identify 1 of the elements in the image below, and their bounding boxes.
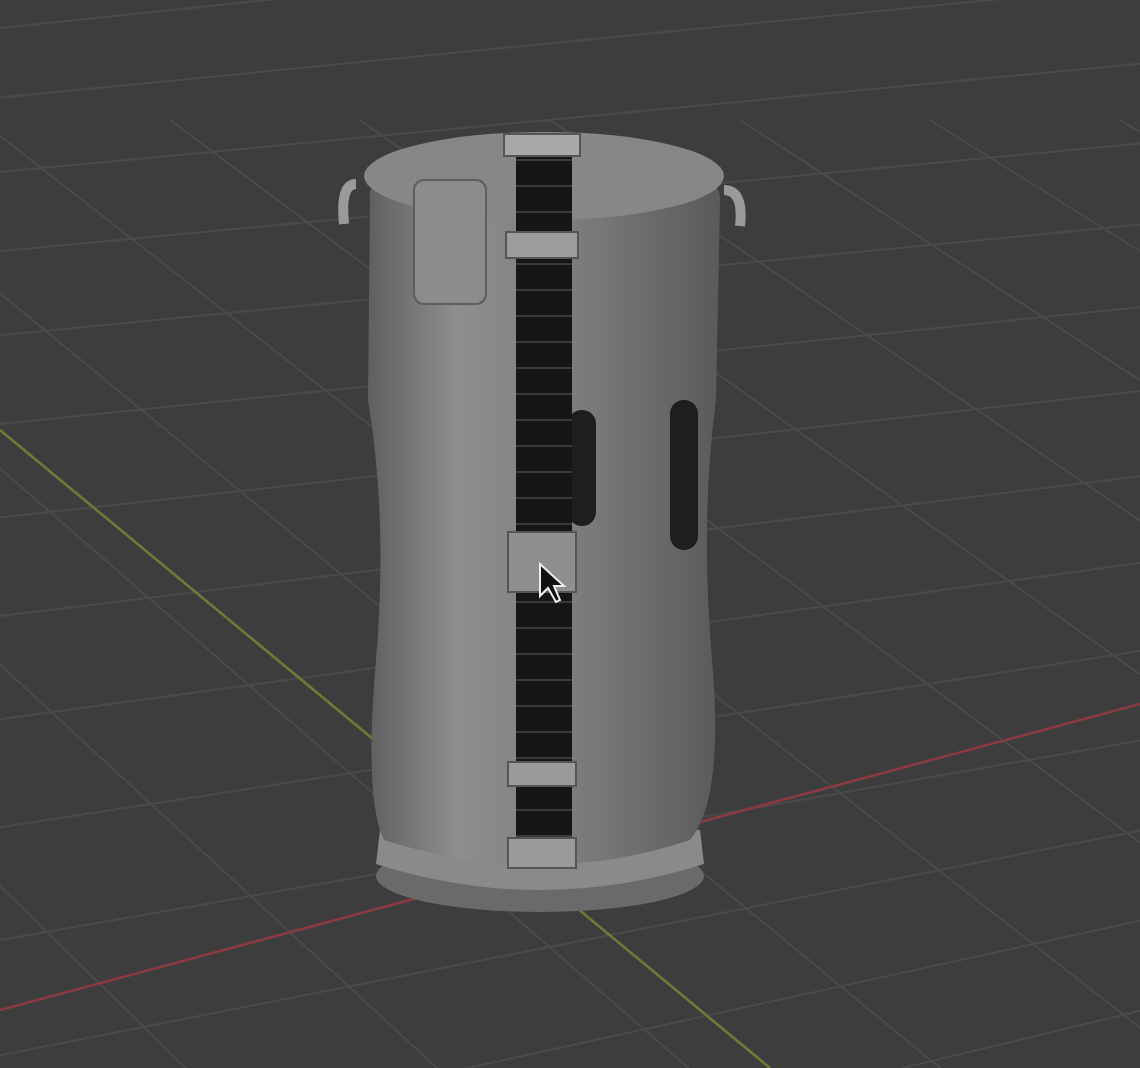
mouse-cursor-icon — [539, 561, 567, 604]
